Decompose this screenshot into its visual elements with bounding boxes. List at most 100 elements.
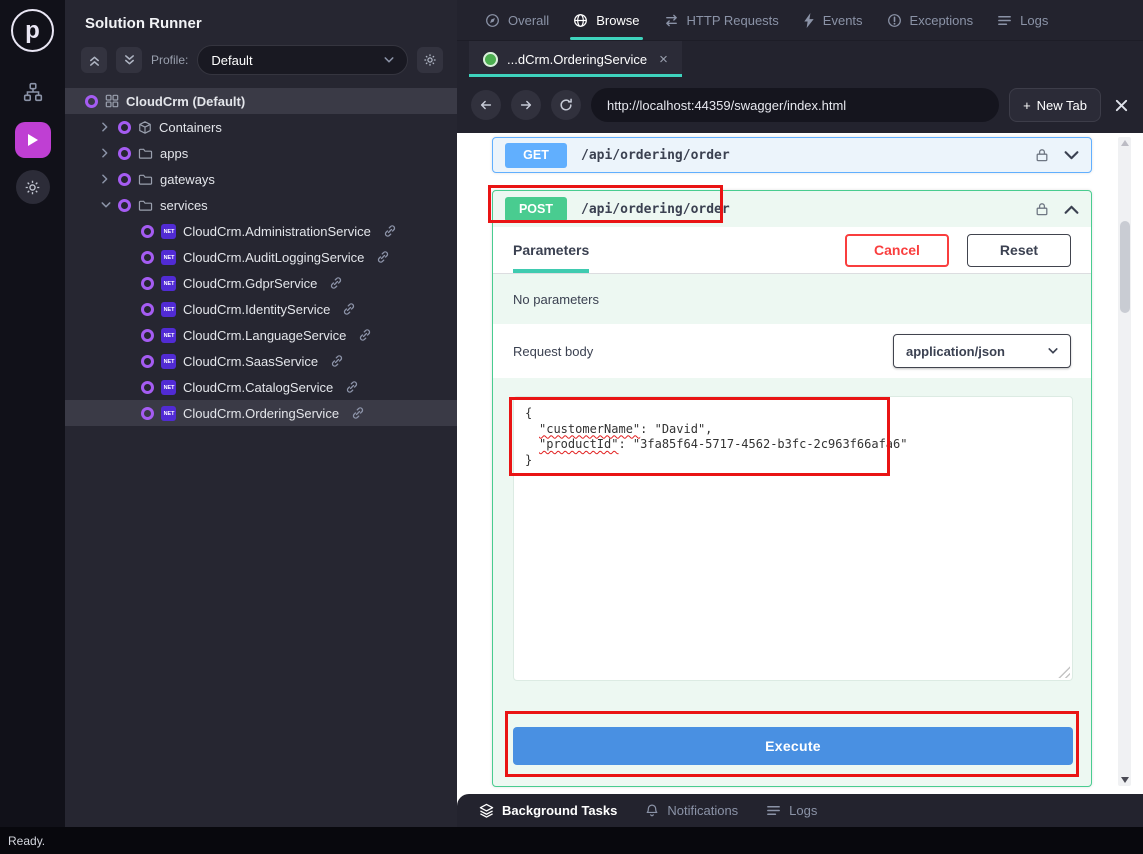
scroll-up-icon[interactable]	[1121, 140, 1129, 146]
tree-item-service[interactable]: NET CloudCrm.LanguageService	[65, 322, 457, 348]
project-status-icon	[118, 147, 131, 160]
refresh-icon[interactable]	[551, 90, 581, 120]
swagger-post-operation: POST /api/ordering/order Parameters Canc…	[492, 190, 1092, 787]
new-tab-button[interactable]: + New Tab	[1009, 88, 1101, 122]
resize-handle[interactable]	[1058, 666, 1070, 678]
folder-icon	[138, 199, 153, 212]
bottom-bar: Background Tasks Notifications Logs	[457, 794, 1143, 827]
tree-item-label: apps	[160, 146, 188, 161]
profile-dropdown[interactable]: Default	[197, 45, 408, 75]
tab-overall[interactable]: Overall	[473, 0, 561, 40]
chevron-right-icon[interactable]	[101, 174, 111, 184]
link-icon	[329, 276, 343, 290]
browser-tab-title: ...dCrm.OrderingService	[507, 52, 647, 67]
background-tasks-label: Background Tasks	[502, 803, 617, 818]
folder-icon	[138, 173, 153, 186]
tab-label: Exceptions	[910, 13, 974, 28]
tree-item-service[interactable]: NET CloudCrm.AuditLoggingService	[65, 244, 457, 270]
tree-item-service[interactable]: NET CloudCrm.AdministrationService	[65, 218, 457, 244]
tree-item-label: gateways	[160, 172, 215, 187]
content-type-select[interactable]: application/json	[893, 334, 1071, 368]
browser-tab-strip: ...dCrm.OrderingService ×	[457, 40, 1143, 77]
execute-button[interactable]: Execute	[513, 727, 1073, 765]
tab-label: Browse	[596, 13, 639, 28]
link-icon	[383, 224, 397, 238]
tree-item-gateways[interactable]: gateways	[65, 166, 457, 192]
swagger-page: GET /api/ordering/order POST /api/orderi…	[457, 133, 1143, 794]
tree-item-service[interactable]: NET CloudCrm.CatalogService	[65, 374, 457, 400]
tab-logs[interactable]: Logs	[985, 0, 1060, 40]
tab-http-requests[interactable]: HTTP Requests	[652, 0, 791, 40]
post-operation-header[interactable]: POST /api/ordering/order	[493, 191, 1091, 227]
tree-item-service[interactable]: NET CloudCrm.SaasService	[65, 348, 457, 374]
parameters-title: Parameters	[513, 227, 589, 273]
project-status-icon	[85, 95, 98, 108]
chevron-up-icon[interactable]	[1064, 204, 1079, 215]
swagger-get-operation[interactable]: GET /api/ordering/order	[492, 137, 1092, 173]
json-line: }	[525, 453, 1061, 469]
solution-tree-icon[interactable]	[15, 74, 51, 110]
project-status-icon	[141, 407, 154, 420]
dotnet-badge-icon: NET	[161, 328, 176, 343]
project-status-icon	[118, 199, 131, 212]
reset-button[interactable]: Reset	[967, 234, 1071, 267]
cancel-button[interactable]: Cancel	[845, 234, 949, 267]
request-body-area: { "customerName": "David", "productId": …	[493, 378, 1091, 786]
chevron-right-icon[interactable]	[101, 122, 111, 132]
background-tasks-button[interactable]: Background Tasks	[479, 803, 617, 818]
tree-item-apps[interactable]: apps	[65, 140, 457, 166]
tree-item-services[interactable]: services	[65, 192, 457, 218]
swagger-icon	[483, 52, 498, 67]
collapse-all-icon[interactable]	[81, 47, 107, 73]
run-icon[interactable]	[15, 122, 51, 158]
dotnet-badge-icon: NET	[161, 354, 176, 369]
tree-item-containers[interactable]: Containers	[65, 114, 457, 140]
link-icon	[351, 406, 365, 420]
request-body-editor[interactable]: { "customerName": "David", "productId": …	[513, 396, 1073, 681]
get-operation-path: /api/ordering/order	[581, 148, 730, 163]
lock-icon[interactable]	[1034, 147, 1050, 163]
tree-item-service[interactable]: NET CloudCrm.GdprService	[65, 270, 457, 296]
scrollbar-thumb[interactable]	[1120, 221, 1130, 313]
chevron-down-icon[interactable]	[1064, 150, 1079, 161]
tab-browse[interactable]: Browse	[561, 0, 651, 40]
settings-gear-icon[interactable]	[16, 170, 50, 204]
profile-label: Profile:	[151, 53, 188, 67]
back-icon[interactable]	[471, 90, 501, 120]
scroll-down-icon[interactable]	[1121, 777, 1129, 783]
forward-icon[interactable]	[511, 90, 541, 120]
expand-all-icon[interactable]	[116, 47, 142, 73]
logs-button[interactable]: Logs	[766, 803, 817, 818]
scrollbar-track[interactable]	[1118, 137, 1131, 786]
tab-events[interactable]: Events	[791, 0, 875, 40]
chevron-right-icon[interactable]	[101, 148, 111, 158]
url-input[interactable]: http://localhost:44359/swagger/index.htm…	[591, 88, 999, 122]
browser-toolbar: http://localhost:44359/swagger/index.htm…	[457, 77, 1143, 133]
link-icon	[345, 380, 359, 394]
app-window: p Solution Runner Profile: Default	[0, 0, 1143, 854]
close-tab-icon[interactable]: ×	[659, 51, 668, 68]
close-browser-icon[interactable]	[1114, 98, 1129, 113]
json-line: "customerName": "David",	[525, 422, 1061, 438]
lock-icon[interactable]	[1034, 201, 1050, 217]
chevron-down-icon[interactable]	[101, 201, 111, 209]
lines-icon	[766, 803, 781, 818]
solution-tree: CloudCrm (Default) Containers apps	[65, 88, 457, 426]
tree-item-label: CloudCrm.LanguageService	[183, 328, 346, 343]
project-status-icon	[141, 355, 154, 368]
link-icon	[330, 354, 344, 368]
profile-settings-gear-icon[interactable]	[417, 47, 443, 73]
tree-item-service[interactable]: NET CloudCrm.IdentityService	[65, 296, 457, 322]
main-panel: Overall Browse HTTP Requests Events Exce…	[457, 0, 1143, 827]
folder-icon	[138, 147, 153, 160]
json-line: {	[525, 406, 1061, 422]
tree-item-service-selected[interactable]: NET CloudCrm.OrderingService	[65, 400, 457, 426]
browser-tab-orderingservice[interactable]: ...dCrm.OrderingService ×	[469, 41, 682, 77]
post-method-badge: POST	[505, 197, 567, 222]
tree-item-label: services	[160, 198, 208, 213]
new-tab-label: New Tab	[1037, 98, 1087, 113]
notifications-button[interactable]: Notifications	[645, 803, 738, 818]
json-key-customer-name: "customerName"	[539, 422, 640, 436]
tree-item-root[interactable]: CloudCrm (Default)	[65, 88, 457, 114]
tab-exceptions[interactable]: Exceptions	[875, 0, 986, 40]
